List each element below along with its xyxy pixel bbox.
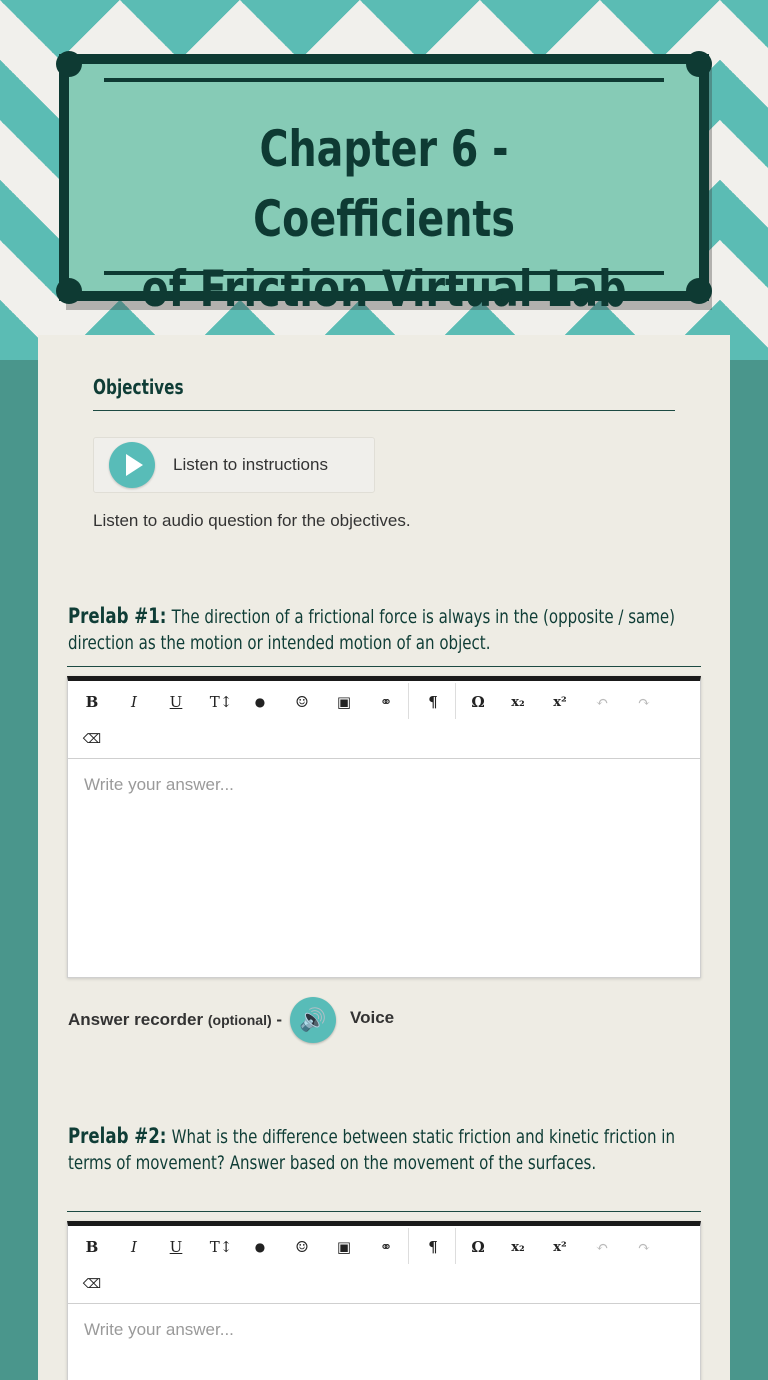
prelab-1-prompt: Prelab #1: The direction of a frictional… [68,603,702,656]
recorder-label: Answer recorder (optional) - [68,1010,282,1030]
underline-button[interactable]: U [161,1232,191,1262]
emoji-icon[interactable]: ☺ [287,687,317,717]
objectives-description: Listen to audio question for the objecti… [93,511,411,530]
paragraph-direction-button[interactable]: ¶ [418,1232,448,1262]
editor-toolbar: B I U T↕ ● ☺ ▣ ⚭ ¶ Ω x₂ x² ↶ ↷ ⌫ [68,681,700,759]
answer-recorder: Answer recorder (optional) - 🔊 Voice [68,997,394,1043]
editor-toolbar: B I U T↕ ● ☺ ▣ ⚭ ¶ Ω x₂ x² ↶ ↷ ⌫ [68,1226,700,1304]
bold-button[interactable]: B [77,687,107,717]
title-plaque: Chapter 6 - Coefficients of Friction Vir… [56,51,712,318]
prelab-1-divider [67,666,701,667]
prelab-1-editor: B I U T↕ ● ☺ ▣ ⚭ ¶ Ω x₂ x² ↶ ↷ ⌫ Write y… [67,676,701,978]
clear-format-icon[interactable]: ⌫ [77,724,107,754]
italic-button[interactable]: I [119,1232,149,1262]
answer-input[interactable]: Write your answer... [68,1304,700,1380]
toolbar-separator [408,683,409,719]
prelab-2-label: Prelab #2: [68,1124,167,1148]
undo-icon[interactable]: ↶ [587,687,617,717]
prelab-2-editor: B I U T↕ ● ☺ ▣ ⚭ ¶ Ω x₂ x² ↶ ↷ ⌫ Write y… [67,1221,701,1380]
subscript-button[interactable]: x₂ [503,1232,533,1262]
plaque-corner [686,51,712,77]
recorder-dash: - [276,1010,283,1029]
paragraph-direction-button[interactable]: ¶ [418,687,448,717]
title-line-2: of Friction Virtual Lab [141,260,627,318]
link-icon[interactable]: ⚭ [371,687,401,717]
special-character-button[interactable]: Ω [463,1232,493,1262]
recorder-optional: (optional) [207,1012,272,1028]
plaque-corner [56,278,82,304]
plaque-corner [686,278,712,304]
objectives-divider [93,410,675,411]
redo-icon[interactable]: ↷ [629,1232,659,1262]
voice-label[interactable]: Voice [350,1008,394,1028]
image-icon[interactable]: ▣ [329,687,359,717]
play-icon [109,442,155,488]
superscript-button[interactable]: x² [545,687,575,717]
toolbar-separator [455,1228,456,1264]
text-color-icon[interactable]: ● [245,687,275,717]
listen-to-instructions-button[interactable]: Listen to instructions [93,437,375,493]
subscript-button[interactable]: x₂ [503,687,533,717]
emoji-icon[interactable]: ☺ [287,1232,317,1262]
text-color-icon[interactable]: ● [245,1232,275,1262]
undo-icon[interactable]: ↶ [587,1232,617,1262]
bold-button[interactable]: B [77,1232,107,1262]
toolbar-separator [455,683,456,719]
speaker-icon[interactable]: 🔊 [290,997,337,1043]
italic-button[interactable]: I [119,687,149,717]
plaque-rule-top [104,78,664,82]
page-title: Chapter 6 - Coefficients of Friction Vir… [124,114,643,324]
objectives-heading: Objectives [93,375,184,399]
special-character-button[interactable]: Ω [463,687,493,717]
listen-label: Listen to instructions [173,455,328,474]
title-line-1: Chapter 6 - Coefficients [253,120,515,248]
text-size-button[interactable]: T↕ [203,687,239,717]
text-size-button[interactable]: T↕ [203,1232,239,1262]
prelab-1-label: Prelab #1: [68,604,167,628]
recorder-label-text: Answer recorder [68,1010,204,1029]
plaque-corner [56,51,82,77]
clear-format-icon[interactable]: ⌫ [77,1269,107,1299]
answer-input[interactable]: Write your answer... [68,759,700,977]
link-icon[interactable]: ⚭ [371,1232,401,1262]
worksheet-paper: Objectives Listen to instructions Listen… [38,335,730,1380]
prelab-2-divider [67,1211,701,1212]
redo-icon[interactable]: ↷ [629,687,659,717]
prelab-2-prompt: Prelab #2: What is the difference betwee… [68,1123,702,1176]
toolbar-separator [408,1228,409,1264]
underline-button[interactable]: U [161,687,191,717]
superscript-button[interactable]: x² [545,1232,575,1262]
image-icon[interactable]: ▣ [329,1232,359,1262]
